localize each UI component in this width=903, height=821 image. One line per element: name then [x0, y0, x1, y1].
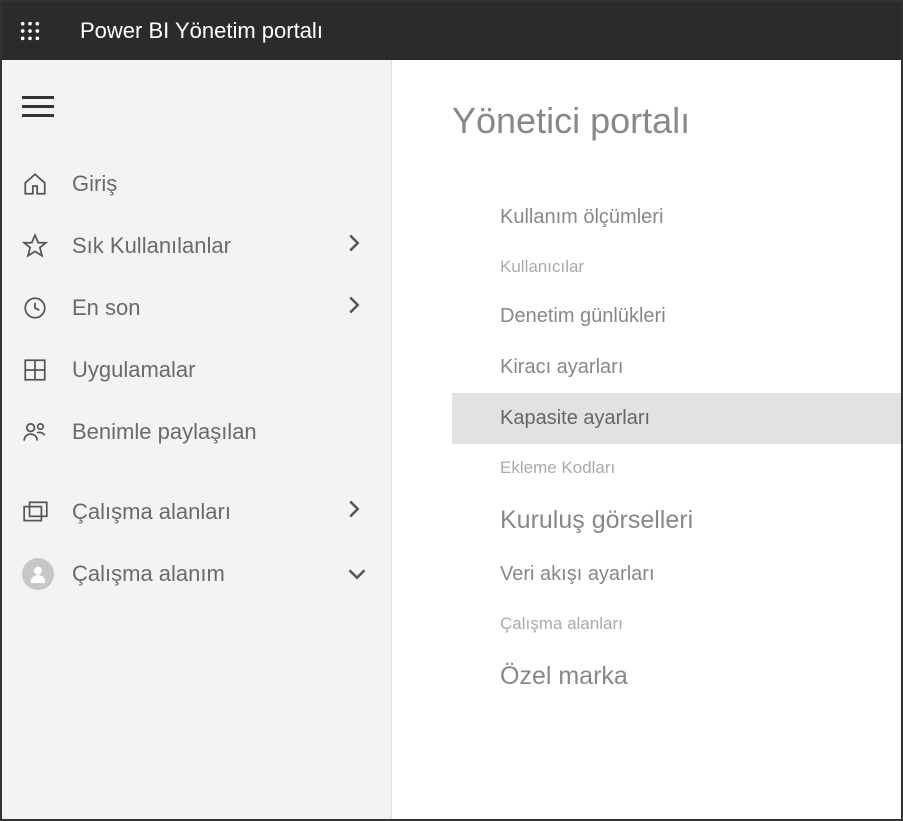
admin-menu: Kullanım ölçümleri Kullanıcılar Denetim …: [500, 192, 901, 705]
apps-icon: [22, 355, 62, 385]
shared-icon: [22, 417, 62, 447]
app-launcher-icon[interactable]: [10, 11, 50, 51]
admin-item-custom-brand[interactable]: Özel marka: [452, 648, 901, 705]
chevron-down-icon: [347, 561, 371, 587]
page-title: Yönetici portalı: [452, 100, 901, 142]
star-icon: [22, 231, 62, 261]
sidebar-item-apps[interactable]: Uygulamalar: [2, 339, 391, 401]
admin-item-dataflow[interactable]: Veri akışı ayarları: [452, 549, 901, 600]
admin-item-org-visuals[interactable]: Kuruluş görselleri: [452, 492, 901, 549]
admin-item-workspaces[interactable]: Çalışma alanları: [452, 600, 901, 648]
sidebar-item-label: Sık Kullanılanlar: [72, 233, 347, 259]
admin-item-embed-codes[interactable]: Ekleme Kodları: [452, 444, 901, 492]
workspaces-icon: [22, 497, 62, 527]
sidebar-item-label: Benimle paylaşılan: [72, 419, 371, 445]
sidebar-item-label: Çalışma alanım: [72, 561, 347, 587]
avatar-icon: [22, 559, 62, 589]
sidebar-item-home[interactable]: Giriş: [2, 153, 391, 215]
home-icon: [22, 169, 62, 199]
sidebar: Giriş Sık Kullanılanlar En son: [2, 60, 392, 819]
sidebar-item-label: Uygulamalar: [72, 357, 371, 383]
sidebar-item-workspaces[interactable]: Çalışma alanları: [2, 481, 391, 543]
sidebar-item-label: En son: [72, 295, 347, 321]
chevron-right-icon: [347, 499, 371, 525]
hamburger-icon[interactable]: [2, 96, 391, 153]
app-title: Power BI Yönetim portalı: [80, 18, 323, 44]
admin-item-usage-metrics[interactable]: Kullanım ölçümleri: [452, 192, 901, 243]
sidebar-item-my-workspace[interactable]: Çalışma alanım: [2, 543, 391, 605]
admin-item-capacity[interactable]: Kapasite ayarları: [452, 393, 901, 444]
admin-item-tenant-settings[interactable]: Kiracı ayarları: [452, 342, 901, 393]
sidebar-item-favorites[interactable]: Sık Kullanılanlar: [2, 215, 391, 277]
sidebar-item-shared[interactable]: Benimle paylaşılan: [2, 401, 391, 463]
main-content: Yönetici portalı Kullanım ölçümleri Kull…: [392, 60, 901, 819]
admin-item-users[interactable]: Kullanıcılar: [452, 243, 901, 291]
clock-icon: [22, 293, 62, 323]
sidebar-item-recent[interactable]: En son: [2, 277, 391, 339]
top-bar: Power BI Yönetim portalı: [2, 2, 901, 60]
chevron-right-icon: [347, 295, 371, 321]
sidebar-item-label: Giriş: [72, 171, 371, 197]
chevron-right-icon: [347, 233, 371, 259]
sidebar-item-label: Çalışma alanları: [72, 499, 347, 525]
admin-item-audit-logs[interactable]: Denetim günlükleri: [452, 291, 901, 342]
